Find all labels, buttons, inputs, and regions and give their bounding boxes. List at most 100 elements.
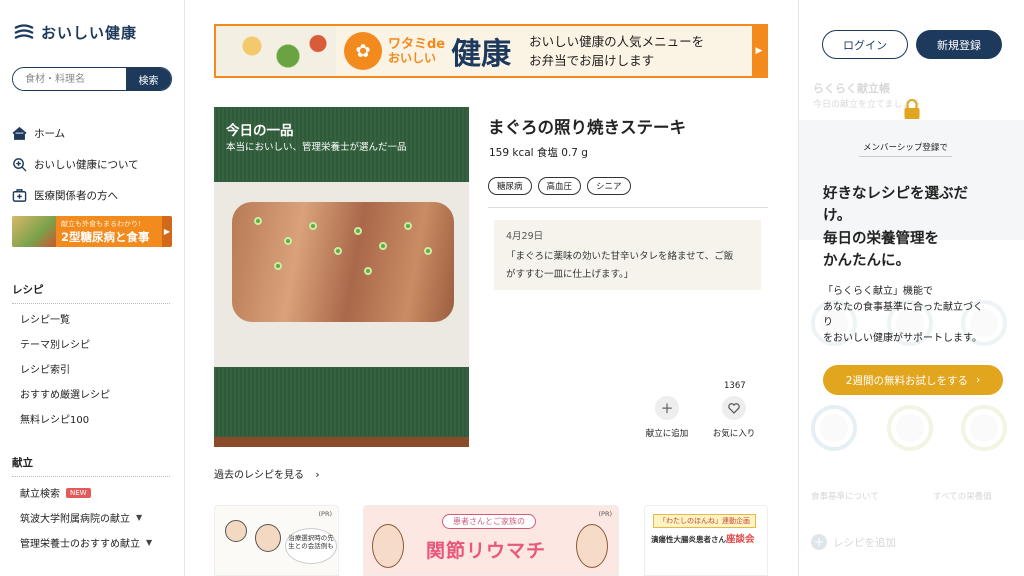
scallion-garnish xyxy=(354,227,362,235)
cta-heading-line3: 毎日の栄養管理を xyxy=(823,230,939,247)
menu-search-label: 献立検索 xyxy=(20,489,60,500)
nav-medical-label: 医療関係者の方へ xyxy=(34,190,118,202)
page: おいしい健康 検索 ホーム おいしい健康について xyxy=(0,0,1024,576)
patient-illustration xyxy=(255,524,281,552)
card2-title: 関節リウマチ xyxy=(426,540,547,562)
scallion-garnish xyxy=(274,262,282,270)
cta-heading-line2: け。 xyxy=(823,208,852,225)
card2-pill: 患者さんとご家族の xyxy=(442,514,536,529)
add-to-menu-button[interactable]: + 献立に追加 xyxy=(644,396,690,439)
favorite-count: 1367 xyxy=(724,381,746,391)
diabetes-banner[interactable]: 献立も外食もまるわかり! 2型糖尿病と食事 ▶ xyxy=(12,216,172,247)
bento-image xyxy=(216,26,336,76)
faded-add-recipe: + レシピを追加 xyxy=(811,534,896,550)
past-recipes-link[interactable]: 過去のレシピを見る › xyxy=(214,466,320,481)
search-button[interactable]: 検索 xyxy=(126,68,171,90)
recipe-date: 4月29日 xyxy=(506,231,544,242)
recipe-link-recommended[interactable]: おすすめ厳選レシピ xyxy=(20,381,180,406)
chevron-right-icon: › xyxy=(975,374,981,386)
card3-title: 潰瘍性大腸炎患者さん座談会 xyxy=(651,531,755,545)
card3-title-em: 座談会 xyxy=(726,534,755,545)
chevron-right-icon: ▶ xyxy=(752,26,766,76)
gauge-center xyxy=(970,414,998,442)
scallion-garnish xyxy=(364,267,372,275)
cta-body-line2: あなたの食事基準に合った献立づく xyxy=(823,301,983,313)
recipe-section-heading: レシピ xyxy=(12,282,170,304)
favorite-button[interactable]: お気に入り xyxy=(710,396,758,439)
recipe-link-free100[interactable]: 無料レシピ100 xyxy=(20,406,180,431)
card3-ribbon: 「わたしのほんね」連動企画 xyxy=(653,514,756,528)
faded-standard-link: 食事基準について xyxy=(811,492,879,502)
lock-icon xyxy=(904,99,920,119)
table-edge xyxy=(214,437,469,447)
free-trial-button[interactable]: 2週間の無料お試しをする › xyxy=(823,365,1003,395)
tag-diabetes[interactable]: 糖尿病 xyxy=(488,177,532,195)
faded-menu-title: らくらく献立帳 xyxy=(813,82,890,95)
divider xyxy=(488,207,768,208)
recipe-link-list[interactable]: レシピ一覧 xyxy=(20,306,180,331)
medical-bag-icon xyxy=(12,189,27,202)
past-recipes-label: 過去のレシピを見る xyxy=(214,470,304,481)
chevron-right-icon: › xyxy=(315,468,320,481)
faded-add-label: レシピを追加 xyxy=(833,536,896,549)
today-dish-subtitle: 本当においしい、管理栄養士が選んだ一品 xyxy=(226,142,407,153)
menu-search-link[interactable]: 献立検索 NEW xyxy=(20,480,180,505)
add-to-menu-label: 献立に追加 xyxy=(645,429,689,439)
search-input[interactable] xyxy=(13,68,126,90)
diabetes-banner-text: 献立も外食もまるわかり! 2型糖尿病と食事 xyxy=(56,219,162,245)
scallion-garnish xyxy=(254,217,262,225)
featured-recipe-image[interactable]: 今日の一品 本当においしい、管理栄養士が選んだ一品 xyxy=(214,107,469,447)
free-trial-label: 2週間の無料お試しをする xyxy=(845,374,968,387)
cta-body-line3: り xyxy=(823,317,833,328)
recipe-link-theme[interactable]: テーマ別レシピ xyxy=(20,331,180,356)
recipe-links: レシピ一覧 テーマ別レシピ レシピ索引 おすすめ厳選レシピ 無料レシピ100 xyxy=(20,306,180,431)
heart-icon xyxy=(722,396,746,420)
scallion-garnish xyxy=(424,247,432,255)
favorite-label: お気に入り xyxy=(712,429,756,439)
nutrient-gauge xyxy=(887,405,933,451)
faded-nutrition-link: すべての栄養価 xyxy=(933,492,992,502)
nav-home[interactable]: ホーム xyxy=(12,118,177,149)
caret-down-icon: ▼ xyxy=(136,513,143,522)
watami-logo-icon: ✿ xyxy=(344,32,382,70)
promo-brand-line2: おいしい xyxy=(388,50,437,65)
left-sidebar: おいしい健康 検索 ホーム おいしい健康について xyxy=(0,0,185,576)
promo-copy-line2: お弁当でお届けします xyxy=(529,53,655,68)
recipe-nutrition: 159 kcal 食塩 0.7 g xyxy=(489,147,588,159)
promo-copy: おいしい健康の人気メニューを お弁当でお届けします xyxy=(529,32,704,71)
cta-body-line1: 「らくらく献立」機能で xyxy=(823,286,933,297)
promo-brand: ワタミde おいしい xyxy=(388,38,445,64)
pr-card-3[interactable]: 「わたしのほんね」連動企画 潰瘍性大腸炎患者さん座談会 xyxy=(644,505,768,576)
cta-body-line4: をおいしい健康がサポートします。 xyxy=(823,332,982,344)
chevron-right-icon: ▶ xyxy=(162,216,172,247)
tag-senior[interactable]: シニア xyxy=(587,177,631,195)
brand-logo[interactable]: おいしい健康 xyxy=(13,22,137,43)
pr-card-2[interactable]: (PR) 患者さんとご家族の 関節リウマチ xyxy=(363,505,619,576)
new-badge: NEW xyxy=(66,487,91,498)
login-button[interactable]: ログイン xyxy=(822,30,908,59)
register-button[interactable]: 新規登録 xyxy=(916,30,1002,59)
right-panel: ログイン 新規登録 らくらく献立帳 今日の献立を立てましょう メンバーシップ登録… xyxy=(798,0,1024,576)
search-box: 検索 xyxy=(12,67,172,91)
person-illustration xyxy=(372,524,404,568)
recipe-link-index[interactable]: レシピ索引 xyxy=(20,356,180,381)
membership-label: メンバーシップ登録で xyxy=(859,141,952,157)
menu-dietitian-link[interactable]: 管理栄養士のおすすめ献立 ▼ xyxy=(20,530,180,555)
nav-about-label: おいしい健康について xyxy=(34,159,139,171)
menu-tsukuba-link[interactable]: 筑波大学附属病院の献立 ▼ xyxy=(20,505,180,530)
promo-copy-line1: おいしい健康の人気メニューを xyxy=(529,33,705,49)
scallion-garnish xyxy=(379,242,387,250)
watami-promo-banner[interactable]: ✿ ワタミde おいしい 健康 おいしい健康の人気メニューを お弁当でお届けしま… xyxy=(214,24,768,78)
pr-card-1[interactable]: (PR) 治療選択時の先生との会話例も xyxy=(214,505,339,576)
pr-label: (PR) xyxy=(318,510,332,518)
diabetes-banner-main: 2型糖尿病と食事 xyxy=(61,229,150,244)
caret-down-icon: ▼ xyxy=(146,538,153,547)
recipe-title[interactable]: まぐろの照り焼きステーキ xyxy=(488,114,686,138)
search-plus-icon xyxy=(13,158,27,172)
nav-about[interactable]: おいしい健康について xyxy=(12,149,177,180)
main-nav: ホーム おいしい健康について 医療関係者の方へ xyxy=(12,118,177,211)
cta-heading-line4: かんたんに。 xyxy=(823,253,910,270)
nav-medical[interactable]: 医療関係者の方へ xyxy=(12,180,177,211)
tag-hypertension[interactable]: 高血圧 xyxy=(537,177,582,195)
recipe-note: 4月29日 「まぐろに薬味の効いた甘辛いタレを絡ませて、ご飯 がすすむ一皿に仕上… xyxy=(494,220,761,290)
